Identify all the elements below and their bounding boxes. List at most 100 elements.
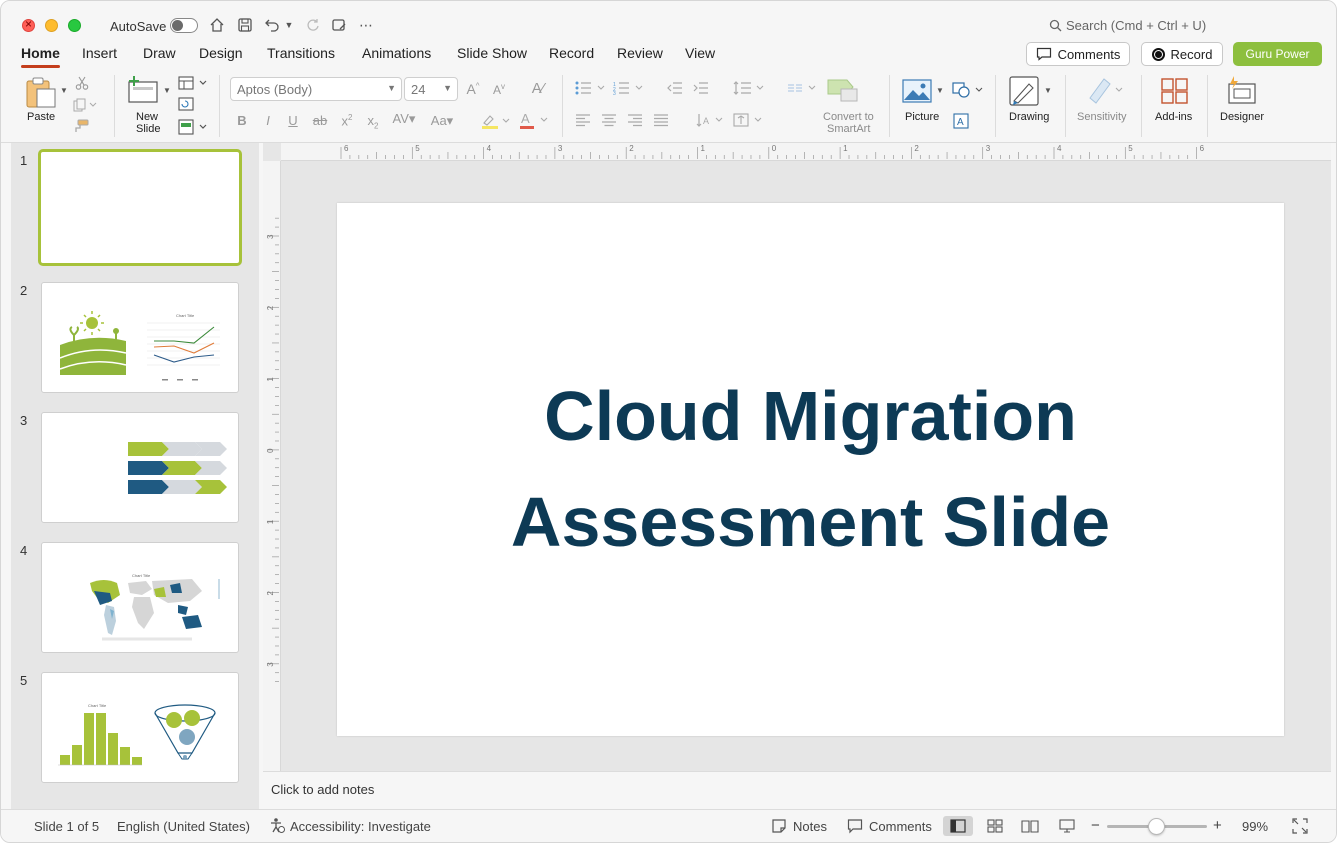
drawing-icon[interactable] <box>1009 76 1039 109</box>
notes-button[interactable]: Notes <box>793 819 827 834</box>
maximize-window-button[interactable] <box>68 19 81 32</box>
tab-insert[interactable]: Insert <box>82 45 117 61</box>
tab-animations[interactable]: Animations <box>362 45 431 61</box>
home-icon[interactable] <box>207 15 227 35</box>
bullets-icon[interactable] <box>575 81 607 98</box>
slide-sorter-button[interactable] <box>980 816 1010 836</box>
font-size-select[interactable]: 24 ▼ <box>404 77 458 101</box>
accessibility-status[interactable]: Accessibility: Investigate <box>290 819 431 834</box>
redo-icon[interactable] <box>303 15 323 35</box>
notes-placeholder: Click to add notes <box>271 782 375 797</box>
picture-icon[interactable] <box>902 78 932 107</box>
subscript-icon[interactable]: x2 <box>364 113 382 131</box>
add-ins-icon[interactable] <box>1160 77 1190 108</box>
paste-icon[interactable] <box>25 77 59 112</box>
customize-icon[interactable] <box>329 15 349 35</box>
numbering-icon[interactable]: 123 <box>613 81 645 98</box>
minimize-window-button[interactable] <box>45 19 58 32</box>
slide-thumbnail-1[interactable] <box>38 149 242 266</box>
text-box-icon[interactable]: A <box>953 113 969 132</box>
text-direction-icon[interactable]: A <box>696 112 728 131</box>
zoom-out-button[interactable]: − <box>1091 817 1100 834</box>
cut-icon[interactable] <box>75 76 89 93</box>
new-slide-icon[interactable] <box>128 76 160 107</box>
align-text-icon[interactable] <box>733 112 767 131</box>
bold-icon[interactable]: B <box>233 113 251 128</box>
font-color-icon[interactable]: A <box>519 111 549 132</box>
align-left-icon[interactable] <box>575 113 591 130</box>
drawing-chevron-icon[interactable]: ▼ <box>1044 86 1052 95</box>
character-spacing-icon[interactable]: AV▾ <box>389 111 419 127</box>
tab-view[interactable]: View <box>685 45 715 61</box>
slide-thumbnail-4[interactable]: Chart Title <box>41 542 239 653</box>
notes-pane[interactable]: Click to add notes <box>263 771 1331 809</box>
tab-design[interactable]: Design <box>199 45 243 61</box>
tab-review[interactable]: Review <box>617 45 663 61</box>
superscript-icon[interactable]: x2 <box>338 113 356 128</box>
record-button[interactable]: Record <box>1141 42 1223 66</box>
comments-status-icon[interactable] <box>847 818 863 837</box>
ruler-label: 1 <box>266 377 275 382</box>
drawing-label: Drawing <box>1009 111 1050 123</box>
increase-indent-icon[interactable] <box>693 81 709 98</box>
fit-to-window-icon[interactable] <box>1292 818 1308 837</box>
paste-chevron-icon[interactable]: ▼ <box>60 86 68 95</box>
zoom-in-button[interactable]: + <box>1213 817 1222 834</box>
comments-button[interactable]: Comments <box>1026 42 1130 66</box>
columns-icon[interactable] <box>787 81 819 98</box>
sensitivity-icon[interactable] <box>1086 76 1126 107</box>
zoom-level[interactable]: 99% <box>1242 819 1268 834</box>
slide-thumbnail-5[interactable]: Chart Title <box>41 672 239 783</box>
presenter-view-button[interactable] <box>1052 816 1082 836</box>
align-center-icon[interactable] <box>601 113 617 130</box>
notes-icon[interactable] <box>771 818 787 837</box>
slide-title[interactable]: Cloud Migration Assessment Slide <box>337 363 1284 575</box>
slide-thumbnail-3[interactable] <box>41 412 239 523</box>
save-icon[interactable] <box>235 15 255 35</box>
line-spacing-icon[interactable] <box>733 80 767 99</box>
zoom-slider-handle[interactable] <box>1148 818 1165 835</box>
strikethrough-icon[interactable]: ab <box>311 113 329 128</box>
close-window-button[interactable] <box>22 17 35 32</box>
copy-icon[interactable] <box>73 98 97 115</box>
clear-formatting-icon[interactable]: A⁄ <box>529 80 547 97</box>
highlight-icon[interactable] <box>481 113 511 132</box>
decrease-font-size-icon[interactable]: Av <box>490 82 508 97</box>
layout-icon[interactable] <box>178 76 208 93</box>
undo-dropdown-chevron-icon[interactable]: ▼ <box>283 15 295 35</box>
font-name-select[interactable]: Aptos (Body) ▼ <box>230 77 402 101</box>
tab-transitions[interactable]: Transitions <box>267 45 335 61</box>
new-slide-chevron-icon[interactable]: ▼ <box>163 86 171 95</box>
slide-thumbnail-2[interactable]: Chart Title <box>41 282 239 393</box>
italic-icon[interactable]: I <box>259 113 277 128</box>
align-right-icon[interactable] <box>627 113 643 130</box>
decrease-indent-icon[interactable] <box>667 81 683 98</box>
tab-draw[interactable]: Draw <box>143 45 176 61</box>
shapes-icon[interactable] <box>952 81 986 102</box>
tab-record[interactable]: Record <box>549 45 594 61</box>
designer-icon[interactable] <box>1226 75 1258 108</box>
justify-icon[interactable] <box>653 113 669 130</box>
increase-font-size-icon[interactable]: A^ <box>464 81 482 97</box>
smartart-icon[interactable] <box>827 77 861 106</box>
accessibility-icon[interactable] <box>269 817 285 836</box>
reading-view-button[interactable] <box>1015 816 1045 836</box>
undo-icon[interactable] <box>262 15 282 35</box>
tab-home[interactable]: Home <box>21 45 60 68</box>
change-case-icon[interactable]: Aa▾ <box>427 113 457 129</box>
section-icon[interactable] <box>178 119 208 138</box>
autosave-toggle[interactable] <box>170 18 198 33</box>
slide-editor: 6 5 4 3 2 1 0 1 2 3 4 5 6 3 2 1 0 1 2 3 Cloud Migration As… <box>263 143 1331 771</box>
more-icon[interactable]: ⋯ <box>356 15 376 35</box>
picture-chevron-icon[interactable]: ▼ <box>936 86 944 95</box>
format-painter-icon[interactable] <box>73 119 89 136</box>
guru-power-button[interactable]: Guru Power <box>1233 42 1322 66</box>
normal-view-button[interactable] <box>943 816 973 836</box>
language-indicator[interactable]: English (United States) <box>117 819 250 834</box>
tab-slide-show[interactable]: Slide Show <box>457 45 527 61</box>
comments-status-button[interactable]: Comments <box>869 819 932 834</box>
current-slide[interactable]: Cloud Migration Assessment Slide <box>337 203 1284 736</box>
underline-icon[interactable]: U <box>284 113 302 128</box>
reset-slide-icon[interactable] <box>178 97 194 114</box>
search-box[interactable]: Search (Cmd + Ctrl + U) <box>1049 18 1206 33</box>
